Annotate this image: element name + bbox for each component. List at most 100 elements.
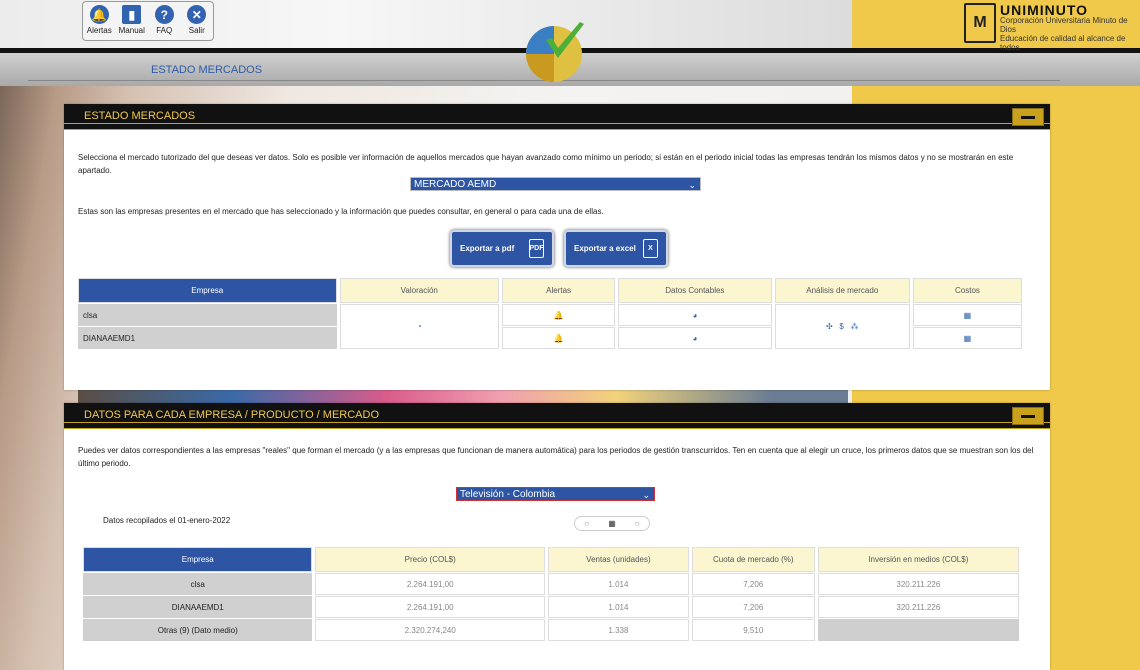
next-period-icon[interactable]: ○ — [635, 519, 640, 528]
cell-empresa: clsa — [83, 573, 313, 595]
costos-cell[interactable]: ▦ — [912, 327, 1022, 349]
panel1-header: ESTADO MERCADOS — [64, 104, 1050, 130]
alertas-label: Alertas — [86, 26, 112, 35]
book-icon: ▮ — [122, 5, 142, 24]
panel2-collapse-button[interactable] — [1012, 407, 1044, 425]
close-icon: ✕ — [187, 5, 207, 24]
table-row: DIANAAEMD1 2.264.191,00 1.014 7,206 320.… — [83, 596, 1019, 618]
export-pdf-label: Exportar a pdf — [460, 244, 515, 253]
export-pdf-button[interactable]: Exportar a pdf PDF — [450, 230, 554, 267]
market-select-value: MERCADO AEMD — [414, 179, 497, 190]
header-datos-contables: Datos Contables — [618, 278, 772, 303]
panel1-collapse-button[interactable] — [1012, 108, 1044, 126]
bell-icon: 🔔 — [89, 5, 109, 24]
header-analisis-mercado: Análisis de mercado — [774, 278, 910, 303]
row-empresa: clsa — [78, 304, 337, 326]
export-excel-button[interactable]: Exportar a excel X — [564, 230, 668, 267]
prev-period-icon[interactable]: ○ — [584, 519, 589, 528]
table-row: clsa 2.264.191,00 1.014 7,206 320.211.22… — [83, 573, 1019, 595]
manual-button[interactable]: ▮ Manual — [117, 5, 147, 40]
pie-chart-icon[interactable]: ◕ — [692, 334, 697, 343]
table-row: clsa ◔ 🔔 ◕ ✣ $ ⁂ ▦ — [78, 304, 1022, 349]
market-companies-table: Empresa Valoración Alertas Datos Contabl… — [75, 277, 1025, 350]
toolbar: 🔔 Alertas ▮ Manual ? FAQ ✕ Salir — [82, 1, 214, 41]
header-alertas: Alertas — [502, 278, 616, 303]
bell-icon[interactable]: 🔔 — [554, 311, 564, 320]
faq-button[interactable]: ? FAQ — [149, 5, 179, 40]
panel1-intro: Selecciona el mercado tutorizado del que… — [78, 153, 1014, 175]
datos-contables-cell[interactable]: ◕ — [618, 327, 772, 349]
header-inversion[interactable]: Inversión en medios (COL$) — [817, 547, 1019, 572]
app-logo — [526, 22, 584, 82]
market-select[interactable]: MERCADO AEMD ⌄ — [410, 177, 701, 191]
pie-chart-icon[interactable]: ◕ — [692, 311, 697, 320]
excel-file-icon: X — [643, 239, 658, 258]
calendar-icon[interactable]: ▦ — [608, 519, 616, 528]
brand-line1: Corporación Universitaria Minuto de Dios — [1000, 16, 1128, 34]
product-select[interactable]: Televisión - Colombia ⌄ — [456, 487, 655, 501]
period-navigator: ○ ▦ ○ — [574, 516, 650, 531]
cell-inversion — [817, 619, 1019, 641]
salir-button[interactable]: ✕ Salir — [182, 5, 212, 40]
background-photo-strip — [78, 390, 848, 404]
panel1-title: ESTADO MERCADOS — [84, 110, 196, 122]
dollar-icon[interactable]: $ — [839, 322, 843, 331]
pdf-file-icon: PDF — [529, 239, 544, 258]
brand-line2: Educación de calidad al alcance de todos — [1000, 34, 1126, 52]
crosshair-icon[interactable]: ✣ — [826, 322, 833, 331]
header-costos: Costos — [912, 278, 1022, 303]
header-ventas[interactable]: Ventas (unidades) — [547, 547, 689, 572]
cell-ventas: 1.014 — [547, 573, 689, 595]
analisis-cell: ✣ $ ⁂ — [774, 304, 910, 349]
header-empresa[interactable]: Empresa — [83, 547, 313, 572]
panel2-header: DATOS PARA CADA EMPRESA / PRODUCTO / MER… — [64, 403, 1050, 429]
company-data-table: Empresa Precio (COL$) Ventas (unidades) … — [80, 546, 1022, 642]
bell-icon[interactable]: 🔔 — [554, 334, 564, 343]
cell-cuota: 7,206 — [691, 573, 815, 595]
export-excel-label: Exportar a excel — [574, 244, 636, 253]
question-icon: ? — [154, 5, 174, 24]
alertas-cell[interactable]: 🔔 — [502, 304, 616, 326]
cell-ventas: 1.338 — [547, 619, 689, 641]
header-precio[interactable]: Precio (COL$) — [315, 547, 545, 572]
calculator-icon[interactable]: ▦ — [964, 334, 972, 343]
datos-contables-cell[interactable]: ◕ — [618, 304, 772, 326]
chevron-down-icon: ⌄ — [688, 180, 696, 190]
network-icon[interactable]: ⁂ — [851, 322, 859, 331]
cell-precio: 2.320.274,240 — [315, 619, 545, 641]
cell-cuota: 9,510 — [691, 619, 815, 641]
breadcrumb[interactable]: ESTADO MERCADOS — [151, 64, 262, 76]
panel2-intro: Puedes ver datos correspondientes a las … — [78, 446, 1034, 468]
datos-empresa-panel: DATOS PARA CADA EMPRESA / PRODUCTO / MER… — [64, 403, 1050, 670]
costos-cell[interactable]: ▦ — [912, 304, 1022, 326]
cell-precio: 2.264.191,00 — [315, 573, 545, 595]
valoracion-cell[interactable]: ◔ — [339, 304, 500, 349]
header-cuota[interactable]: Cuota de mercado (%) — [691, 547, 815, 572]
table-row: Otras (9) (Dato medio) 2.320.274,240 1.3… — [83, 619, 1019, 641]
uniminuto-emblem-icon: M — [964, 3, 996, 43]
faq-label: FAQ — [156, 26, 173, 35]
cell-empresa: DIANAAEMD1 — [83, 596, 313, 618]
salir-label: Salir — [188, 26, 205, 35]
product-select-value: Televisión - Colombia — [460, 489, 556, 500]
gauge-icon[interactable]: ◔ — [417, 322, 422, 331]
panel2-title: DATOS PARA CADA EMPRESA / PRODUCTO / MER… — [84, 409, 380, 421]
header-valoracion: Valoración — [339, 278, 500, 303]
row-empresa: DIANAAEMD1 — [78, 327, 337, 349]
cell-inversion: 320.211.226 — [817, 573, 1019, 595]
brand-tagline: Corporación Universitaria Minuto de Dios… — [1000, 16, 1140, 52]
companies-text: Estas son las empresas presentes en el m… — [78, 207, 604, 216]
chevron-down-icon: ⌄ — [642, 490, 650, 500]
cell-ventas: 1.014 — [547, 596, 689, 618]
alertas-button[interactable]: 🔔 Alertas — [84, 5, 114, 40]
estado-mercados-panel: ESTADO MERCADOS Selecciona el mercado tu… — [64, 104, 1050, 390]
cell-cuota: 7,206 — [691, 596, 815, 618]
calculator-icon[interactable]: ▦ — [964, 311, 972, 320]
header-empresa[interactable]: Empresa — [78, 278, 337, 303]
cell-precio: 2.264.191,00 — [315, 596, 545, 618]
date-collected-text: Datos recopilados el 01-enero-2022 — [103, 516, 231, 525]
alertas-cell[interactable]: 🔔 — [502, 327, 616, 349]
table-header-row: Empresa Valoración Alertas Datos Contabl… — [78, 278, 1022, 303]
manual-label: Manual — [118, 26, 145, 35]
cell-empresa: Otras (9) (Dato medio) — [83, 619, 313, 641]
